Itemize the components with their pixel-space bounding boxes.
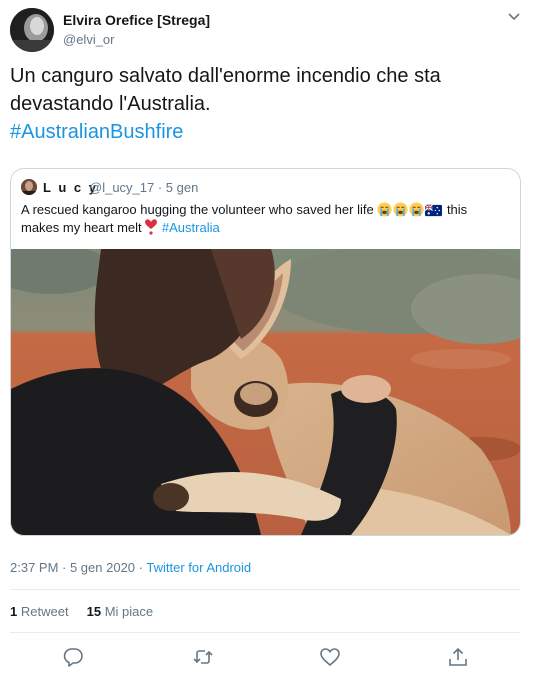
quoted-text-part: this [446,202,468,217]
author-display-name[interactable]: Elvira Orefice [Strega] [63,12,210,28]
sob-emoji-icon [377,202,392,217]
reply-icon[interactable] [62,646,84,668]
like-label[interactable]: Mi piace [105,604,153,619]
tweet-text-line: devastando l'Australia. [10,93,211,115]
quoted-media-image[interactable] [11,249,520,535]
sob-emoji-icon [409,202,424,217]
divider [10,632,520,633]
divider [10,589,520,590]
tweet-timestamp[interactable]: 2:37 PM · 5 gen 2020 · [10,560,146,575]
tweet-source-link[interactable]: Twitter for Android [146,560,251,575]
quoted-tweet[interactable]: L u c y @l_ucy_17 · 5 gen A rescued kang… [10,168,521,536]
australia-flag-icon [425,204,443,217]
chevron-down-icon[interactable] [505,10,523,24]
like-icon[interactable] [319,646,341,668]
quoted-tweet-text: A rescued kangaroo hugging the volunteer… [21,201,511,237]
tweet-meta: 2:37 PM · 5 gen 2020 · Twitter for Andro… [10,560,251,575]
quoted-hashtag-link[interactable]: #Australia [162,220,220,235]
retweet-label[interactable]: Retweet [21,604,69,619]
tweet-actions [0,640,535,674]
quoted-text-part: makes my heart melt [21,220,142,235]
quoted-author-avatar[interactable] [21,179,37,195]
tweet-text-line: Un canguro salvato dall'enorme incendio … [10,65,441,87]
author-handle[interactable]: @elvi_or [63,32,115,47]
red-heart-icon [145,219,158,235]
tweet-stats: 1 Retweet 15 Mi piace [10,604,153,619]
hashtag-link[interactable]: #AustralianBushfire [10,118,525,146]
quoted-author-handle[interactable]: @l_ucy_17 · 5 gen [89,180,198,195]
like-count[interactable]: 15 [87,604,101,619]
quoted-text-part: A rescued kangaroo hugging the volunteer… [21,202,374,217]
retweet-icon[interactable] [192,646,214,668]
retweet-count[interactable]: 1 [10,604,17,619]
tweet-text: Un canguro salvato dall'enorme incendio … [10,62,525,146]
author-avatar[interactable] [10,8,54,52]
sob-emoji-icon [393,202,408,217]
share-icon[interactable] [447,646,469,668]
